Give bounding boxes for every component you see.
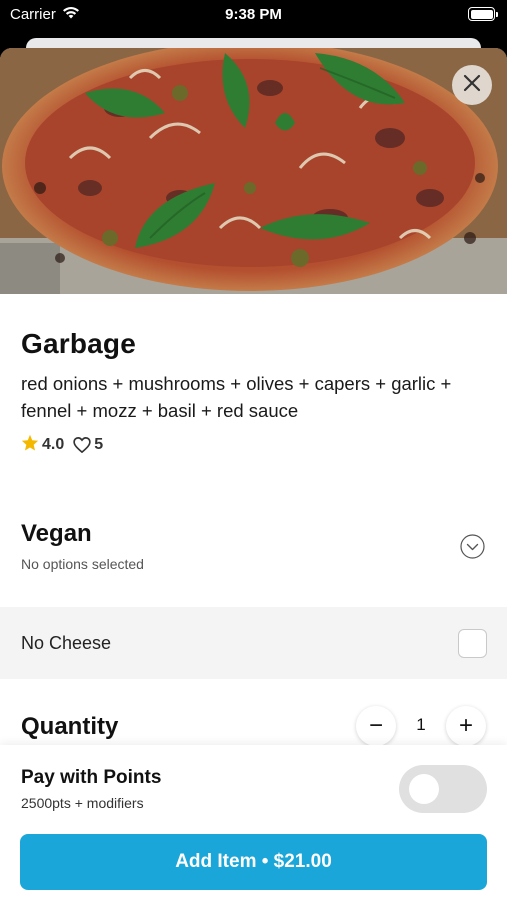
quantity-value: 1 [416, 715, 426, 734]
item-stats: 4.0 5 [21, 434, 103, 456]
pay-with-points-title: Pay with Points [21, 767, 162, 788]
increment-button[interactable]: + [446, 706, 486, 746]
item-photo [0, 48, 507, 294]
option-row[interactable]: No Cheese [0, 607, 507, 679]
option-checkbox[interactable] [458, 629, 487, 658]
minus-icon: − [368, 712, 383, 739]
item-description: red onions + mushrooms + olives + capers… [21, 373, 452, 421]
item-detail-sheet: Garbage red onions + mushrooms + olives … [0, 48, 507, 900]
status-time: 9:38 PM [225, 6, 282, 23]
modifier-group-status: No options selected [21, 556, 144, 572]
pay-with-points-toggle[interactable] [399, 765, 487, 813]
close-button[interactable] [452, 65, 492, 105]
add-item-label: Add Item • $21.00 [175, 851, 332, 872]
star-icon [21, 434, 39, 456]
decrement-button[interactable]: − [356, 706, 396, 746]
battery-icon [468, 7, 498, 21]
checkout-footer: Pay with Points 2500pts + modifiers Add … [0, 745, 507, 900]
modifier-group-title: Vegan [21, 520, 92, 547]
item-title: Garbage [21, 328, 136, 359]
close-icon [463, 74, 481, 97]
rating-value: 4.0 [42, 436, 65, 453]
toggle-knob [409, 774, 439, 804]
quantity-label: Quantity [21, 713, 119, 740]
option-label: No Cheese [21, 633, 112, 653]
chevron-down-icon [460, 534, 485, 563]
heart-icon[interactable] [73, 437, 91, 453]
likes-count: 5 [94, 436, 104, 453]
plus-icon: + [458, 712, 473, 739]
status-bar: Carrier 9:38 PM [0, 0, 507, 30]
add-item-button[interactable]: Add Item • $21.00 [20, 834, 487, 890]
expand-modifier-button[interactable] [460, 534, 485, 559]
pay-with-points-subtitle: 2500pts + modifiers [21, 795, 144, 811]
